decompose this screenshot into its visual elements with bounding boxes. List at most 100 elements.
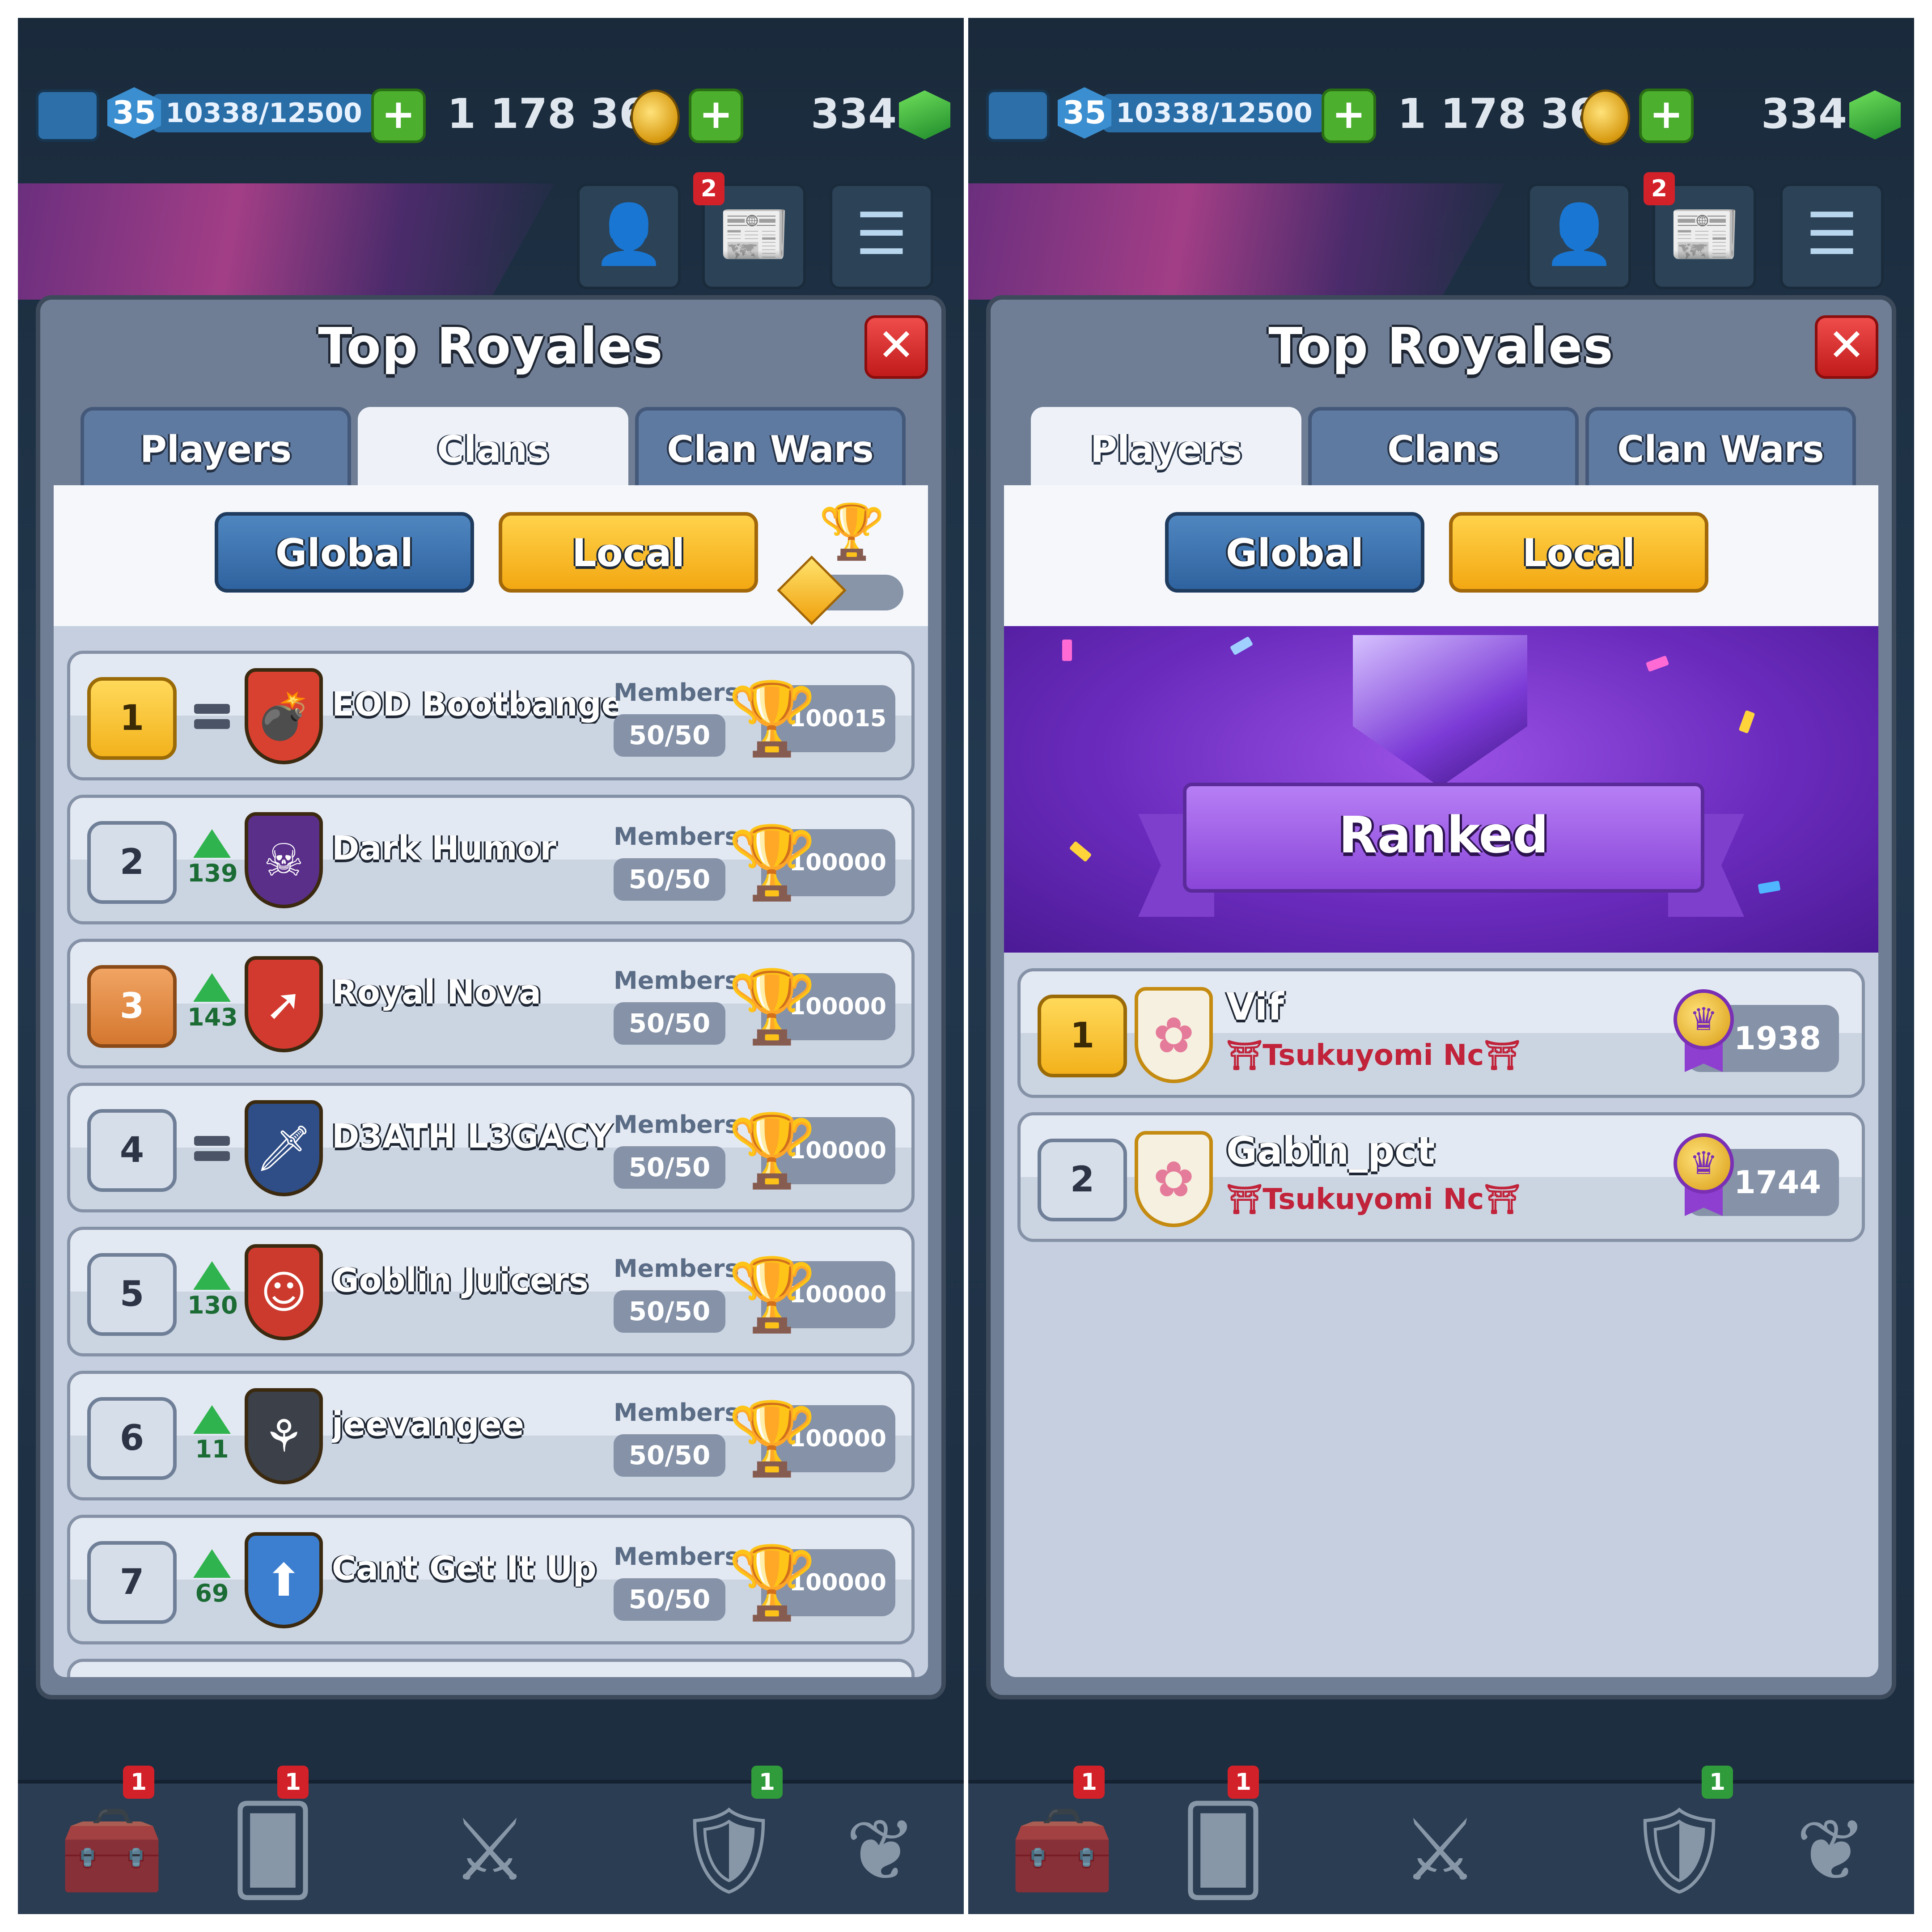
nav-battle[interactable]: ⚔ bbox=[1373, 1792, 1507, 1909]
nav-shop[interactable]: 🧰 bbox=[45, 1792, 179, 1909]
add-gold-button[interactable]: + bbox=[371, 89, 426, 143]
nav-shop[interactable]: 🧰 bbox=[995, 1792, 1129, 1909]
king-tower-icon[interactable] bbox=[36, 89, 99, 142]
trophy-icon: 🏆 bbox=[728, 1397, 817, 1480]
menu-button[interactable]: ☰ bbox=[830, 183, 933, 289]
player-row[interactable]: 1 ✿ Vif ⛩Tsukuyomi Nc⛩ 1938 ♛ bbox=[1017, 968, 1865, 1098]
nav-events[interactable]: ❦ bbox=[1764, 1792, 1898, 1909]
clan-row[interactable]: 2 139 ☠ Dark Humor Members 50/50 100000 🏆 bbox=[67, 795, 915, 924]
top-royales-modal: Top Royales ✕ Players Clans Clan Wars Gl… bbox=[986, 295, 1896, 1699]
tab-clan-wars[interactable]: Clan Wars bbox=[635, 407, 906, 487]
gem-icon bbox=[1849, 90, 1901, 140]
nav-clan[interactable]: 🛡 bbox=[662, 1792, 796, 1909]
ranked-banner: Ranked bbox=[1004, 626, 1878, 953]
clan-row[interactable]: 6 11 ⚘ jeevangee Members 50/50 100000 🏆 bbox=[67, 1371, 915, 1500]
rank-up-indicator: 130 bbox=[187, 1261, 238, 1328]
members-label: Members bbox=[614, 966, 739, 995]
clan-badge: 1 bbox=[751, 1766, 783, 1799]
equals-icon bbox=[194, 1151, 230, 1161]
news-badge: 2 bbox=[1644, 172, 1675, 205]
gems-amount: 334 bbox=[1761, 90, 1847, 138]
gold-coin-icon bbox=[631, 89, 680, 145]
clan-row[interactable]: 1💣EOD BootbangersMembers50/50100015🏆 bbox=[67, 651, 915, 780]
hamburger-menu-icon: ☰ bbox=[1805, 200, 1858, 268]
local-filter-button[interactable]: Local bbox=[1449, 512, 1708, 593]
friends-button[interactable]: 👤 bbox=[1527, 183, 1631, 289]
confetti bbox=[1069, 841, 1092, 862]
clan-row[interactable]: 7 69 ⬆ Cant Get It Up Members 50/50 100000 🏆 bbox=[67, 1515, 915, 1644]
confetti bbox=[1062, 640, 1072, 661]
equals-icon bbox=[194, 1136, 230, 1146]
trophy-icon: 🏆 bbox=[728, 965, 817, 1048]
filter-bar: Global Local bbox=[1004, 485, 1878, 626]
close-button[interactable]: ✕ bbox=[864, 315, 928, 379]
event-banner[interactable] bbox=[18, 183, 555, 300]
up-arrow-icon bbox=[193, 1405, 231, 1434]
leaderboard-content: Global Local Ranked 1 ✿ Vif ⛩Tsukuyomi Nc⛩ 1… bbox=[1004, 485, 1878, 1677]
nav-clan[interactable]: 🛡 bbox=[1612, 1792, 1746, 1909]
arrow-icon: ⬆ bbox=[245, 1532, 323, 1628]
crossed-swords-icon: ⚔ bbox=[1402, 1801, 1479, 1900]
top-royales-modal: Top Royales ✕ Players Clans Clan Wars Gl… bbox=[36, 295, 946, 1699]
friends-icon: 👤 bbox=[1543, 200, 1615, 268]
confetti bbox=[1645, 655, 1669, 672]
rank-up-indicator: 69 bbox=[187, 1549, 237, 1616]
clan-row[interactable]: 4 🗡 D3ATH L3GACY Members 50/50 100000 🏆 bbox=[67, 1083, 915, 1212]
clan-badge: 1 bbox=[1702, 1766, 1733, 1799]
rank-up-indicator: 143 bbox=[187, 973, 238, 1040]
screen-players-leaderboard: 10338/12500 35 + 1 178 361 + 334 👤 📰 2 ☰… bbox=[968, 18, 1914, 1914]
tab-clan-wars[interactable]: Clan Wars bbox=[1585, 407, 1856, 487]
clan-row[interactable]: 3 143 ➚ Royal Nova Members 50/50 100000 🏆 bbox=[67, 939, 915, 1068]
menu-button[interactable]: ☰ bbox=[1780, 183, 1884, 289]
ranked-label: Ranked bbox=[1183, 783, 1704, 893]
player-name: Vif bbox=[1226, 985, 1284, 1029]
shop-chest-icon: 🧰 bbox=[1009, 1801, 1115, 1900]
rank-unchanged-indicator bbox=[187, 1117, 237, 1198]
add-gems-button[interactable]: + bbox=[689, 89, 743, 143]
filter-bar: Global Local 🏆 bbox=[54, 485, 928, 626]
clan-row-partial[interactable] bbox=[67, 1659, 915, 1677]
tab-clans[interactable]: Clans bbox=[358, 407, 628, 487]
clan-shield-icon: 🛡 bbox=[1625, 1801, 1733, 1900]
local-filter-button[interactable]: Local bbox=[499, 512, 758, 593]
sakura-clan-badge-icon: ✿ bbox=[1135, 1131, 1213, 1227]
crown-icon: ♛ bbox=[1674, 989, 1734, 1050]
global-filter-button[interactable]: Global bbox=[215, 512, 474, 593]
player-row[interactable]: 2 ✿ Gabin_pct ⛩Tsukuyomi Nc⛩ 1744 ♛ bbox=[1017, 1112, 1865, 1242]
ranked-medal-icon: ♛ bbox=[1674, 989, 1736, 1072]
screen-clans-leaderboard: 10338/12500 35 + 1 178 361 + 334 👤 📰 2 ☰… bbox=[18, 18, 964, 1914]
tab-clans[interactable]: Clans bbox=[1308, 407, 1579, 487]
trophy-icon: 🏆 bbox=[818, 501, 886, 563]
clan-name: EOD Bootbangers bbox=[332, 685, 618, 724]
add-gold-button[interactable]: + bbox=[1322, 89, 1376, 143]
modal-title: Top Royales bbox=[1268, 318, 1614, 376]
king-tower-icon[interactable] bbox=[986, 89, 1050, 142]
clan-row[interactable]: 5 130 ☺ Goblin Juicers Members 50/50 100000 🏆 bbox=[67, 1227, 915, 1356]
shop-badge: 1 bbox=[1073, 1766, 1105, 1799]
nav-cards[interactable]: 🂠 bbox=[206, 1792, 340, 1909]
nav-cards[interactable]: 🂠 bbox=[1156, 1792, 1290, 1909]
nav-events[interactable]: ❦ bbox=[814, 1792, 948, 1909]
nav-battle[interactable]: ⚔ bbox=[423, 1792, 557, 1909]
clan-name: Goblin Juicers bbox=[332, 1261, 589, 1300]
add-gems-button[interactable]: + bbox=[1639, 89, 1694, 143]
tab-players[interactable]: Players bbox=[1031, 407, 1301, 487]
bomb-icon: 💣 bbox=[245, 668, 323, 764]
tab-bar: Players Clans Clan Wars bbox=[1031, 407, 1860, 487]
confetti bbox=[1758, 880, 1781, 894]
up-arrow-icon bbox=[193, 973, 231, 1002]
rank-badge: 2 bbox=[1038, 1139, 1127, 1221]
global-filter-button[interactable]: Global bbox=[1165, 512, 1424, 593]
resource-bar: 10338/12500 35 + 1 178 361 + 334 bbox=[18, 76, 964, 152]
rank-change-value: 143 bbox=[187, 1003, 238, 1031]
rank-badge: 3 bbox=[87, 965, 177, 1048]
trophy-toggle[interactable]: 🏆 bbox=[777, 501, 903, 625]
members-label: Members bbox=[614, 1542, 739, 1571]
bamboo-icon: ⚘ bbox=[245, 1388, 323, 1484]
trophy-icon: 🏆 bbox=[728, 1109, 817, 1192]
tab-players[interactable]: Players bbox=[80, 407, 351, 487]
close-button[interactable]: ✕ bbox=[1815, 315, 1878, 379]
friends-button[interactable]: 👤 bbox=[577, 183, 681, 289]
event-banner[interactable] bbox=[968, 183, 1505, 300]
crossed-swords-icon: ⚔ bbox=[451, 1801, 528, 1900]
